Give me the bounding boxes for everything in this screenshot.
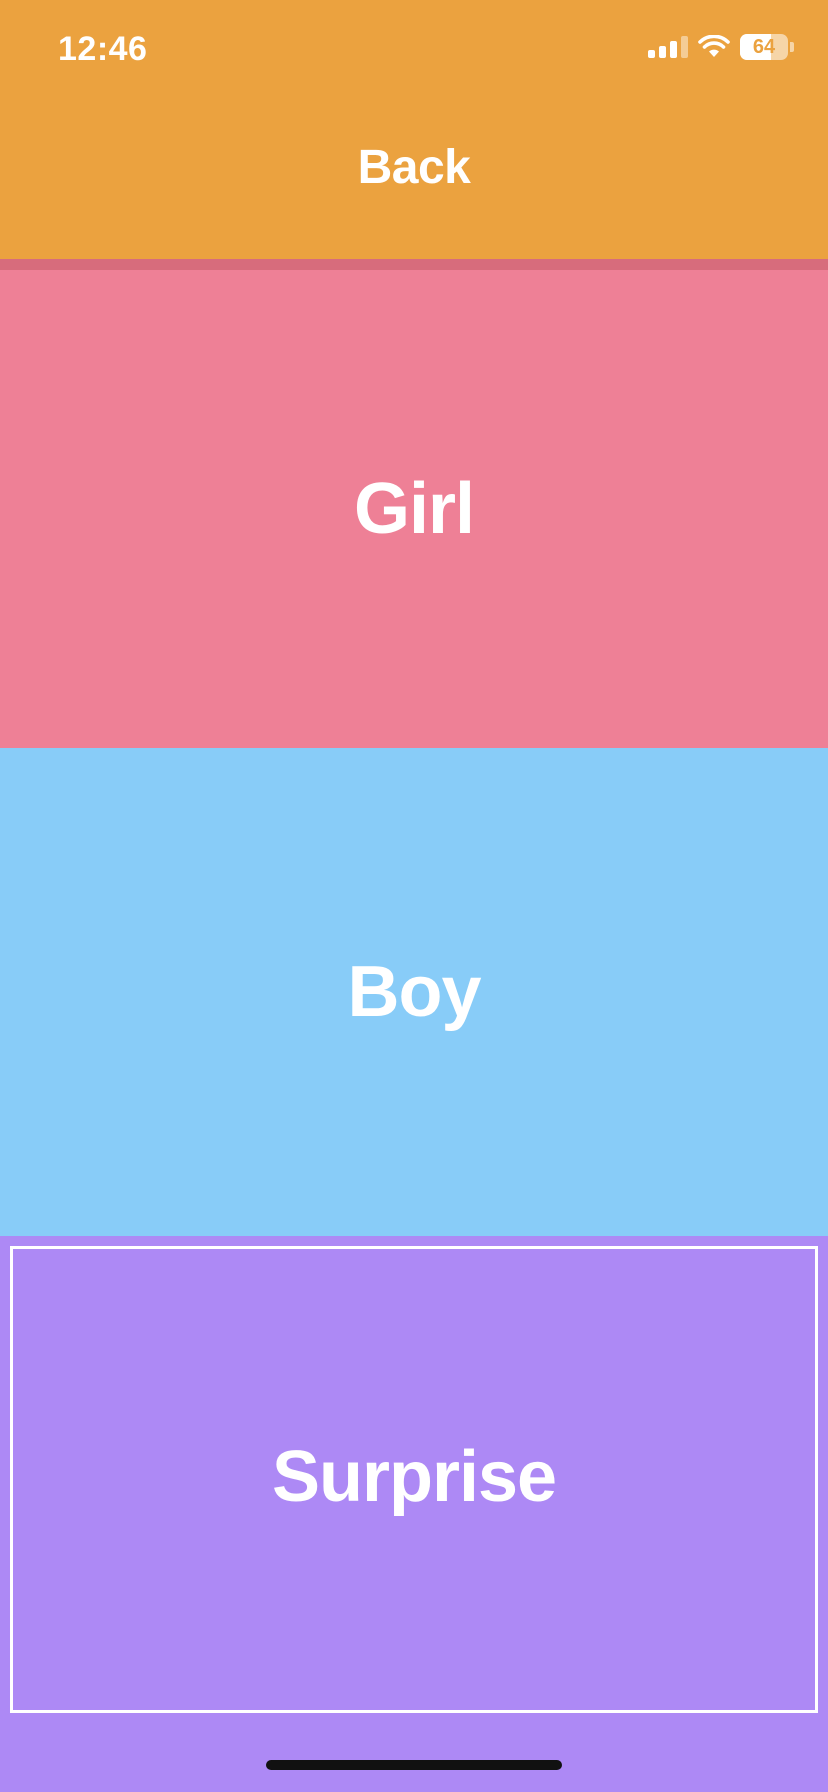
back-button[interactable]: Back (0, 140, 828, 195)
home-indicator[interactable] (266, 1760, 562, 1770)
girl-option-label: Girl (353, 469, 475, 549)
gender-selection-screen: 12:46 64 Back Girl Boy Surprise (0, 0, 828, 1792)
battery-percent: 64 (752, 35, 776, 58)
status-icons: 64 (648, 34, 794, 60)
cellular-signal-icon (648, 36, 688, 58)
battery-icon: 64 (740, 34, 788, 60)
top-bar: 12:46 64 Back (0, 0, 828, 259)
girl-option-button[interactable]: Girl (0, 270, 828, 748)
boy-option-button[interactable]: Boy (0, 748, 828, 1236)
boy-option-label: Boy (347, 952, 481, 1032)
header-divider (0, 259, 828, 270)
battery-nub (790, 42, 794, 52)
surprise-option-label: Surprise (271, 1437, 557, 1517)
status-time: 12:46 (58, 30, 148, 68)
wifi-icon (698, 35, 730, 57)
